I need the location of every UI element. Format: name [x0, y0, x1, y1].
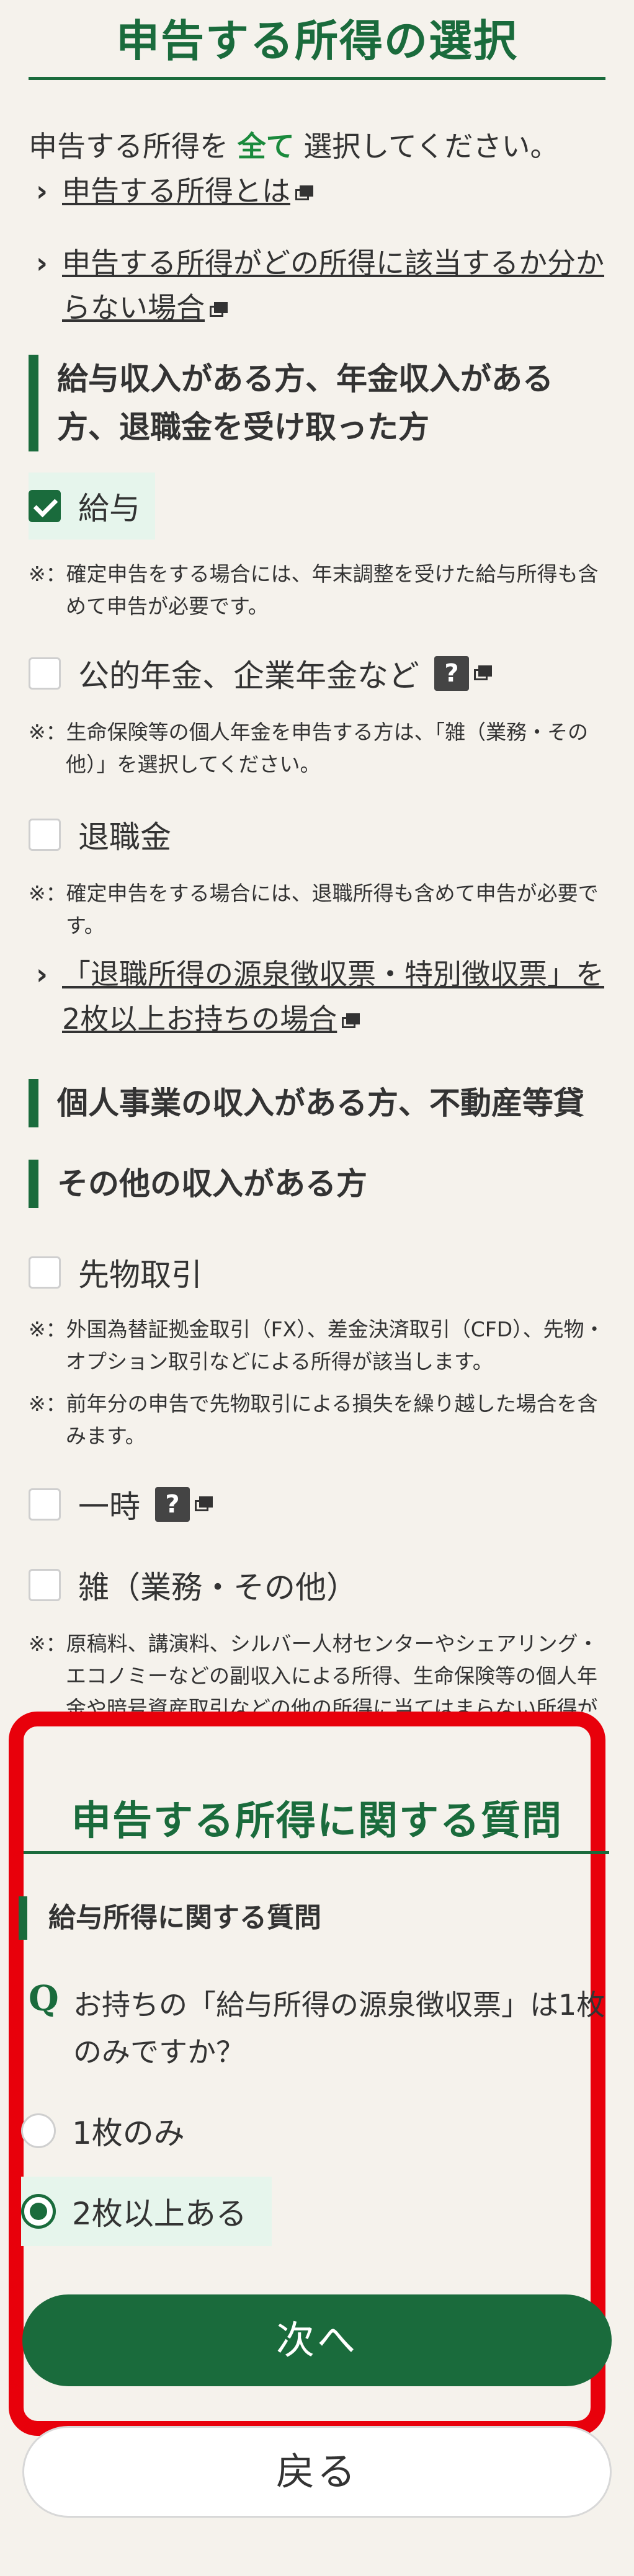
external-window-icon	[474, 665, 493, 682]
intro-emphasis: 全て	[237, 130, 295, 163]
checkbox-retirement[interactable]: 退職金	[29, 812, 171, 857]
checkbox-label: 一時	[78, 1489, 140, 1525]
checkbox-miscellaneous[interactable]: 雑（業務・その他）	[29, 1563, 357, 1607]
intro-before: 申告する所得を	[29, 130, 238, 163]
note-miscellaneous: ※：原稿料、講演料、シルバー人材センターやシェアリング・エコノミーなどの副収入に…	[29, 1628, 605, 1712]
note-mark: ※：	[29, 1632, 66, 1656]
checkbox-temporary[interactable]: 一時 ?	[29, 1482, 213, 1527]
checkbox-label: 先物取引	[78, 1257, 202, 1293]
note-pension: ※：生命保険等の個人年金を申告する方は、「雑（業務・その他）」を選択してください…	[29, 716, 605, 781]
note-mark: ※：	[29, 720, 66, 744]
title-divider	[29, 77, 605, 80]
note-mark: ※：	[29, 881, 66, 905]
help-icon[interactable]: ?	[434, 656, 469, 691]
chevron-right-icon: ›	[36, 957, 48, 991]
radio-one-slip[interactable]: 1枚のみ	[21, 2108, 185, 2153]
link-label-line2: らない場合	[62, 291, 205, 324]
section-heading-salary: 給与収入がある方、年金収入がある 方、退職金を受け取った方	[29, 355, 553, 451]
note-text: 確定申告をする場合には、退職所得も含めて申告が必要です。	[66, 881, 599, 938]
back-button[interactable]: 戻る	[22, 2426, 612, 2518]
heading-line2: 方、退職金を受け取った方	[57, 409, 429, 445]
note-text: 確定申告をする場合には、年末調整を受けた給与所得も含めて申告が必要です。	[66, 562, 599, 618]
radio-two-or-more-slips[interactable]: 2枚以上ある	[21, 2177, 272, 2246]
external-window-icon	[210, 301, 228, 318]
section-heading-business: 個人事業の収入がある方、不動産等貸	[29, 1079, 584, 1127]
checkbox-label: 雑（業務・その他）	[78, 1570, 357, 1606]
radio-unselected-icon[interactable]	[21, 2113, 56, 2148]
link-label-line1: 申告する所得がどの所得に該当するか分か	[62, 246, 604, 280]
checkbox-unchecked-icon[interactable]	[29, 1488, 61, 1521]
note-mark: ※：	[29, 1392, 66, 1416]
questions-divider	[24, 1851, 609, 1854]
radio-label: 2枚以上ある	[72, 2196, 247, 2232]
radio-label: 1枚のみ	[72, 2115, 185, 2151]
checkbox-checked-icon[interactable]	[29, 490, 61, 522]
chevron-right-icon: ›	[36, 246, 48, 280]
chevron-right-icon: ›	[36, 174, 48, 208]
note-text: 生命保険等の個人年金を申告する方は、「雑（業務・その他）」を選択してください。	[66, 720, 589, 776]
link-label-line2: 2枚以上お持ちの場合	[62, 1002, 337, 1036]
radio-selected-icon[interactable]	[21, 2194, 56, 2229]
checkbox-unchecked-icon[interactable]	[29, 819, 61, 851]
external-window-icon	[195, 1496, 213, 1512]
checkbox-unchecked-icon[interactable]	[29, 657, 61, 690]
checkbox-futures[interactable]: 先物取引	[29, 1250, 202, 1295]
link-what-is-income[interactable]: › 申告する所得とは	[36, 169, 314, 213]
link-label-line1: 「退職所得の源泉徴収票・特別徴収票」を	[62, 957, 604, 991]
checkbox-label: 給与	[78, 491, 140, 526]
questions-subheading: 給与所得に関する質問	[19, 1896, 321, 1940]
checkbox-label: 退職金	[78, 819, 171, 855]
note-salary: ※：確定申告をする場合には、年末調整を受けた給与所得も含めて申告が必要です。	[29, 558, 605, 623]
note-futures-1: ※：外国為替証拠金取引（FX）、差金決済取引（CFD）、先物・オプション取引など…	[29, 1313, 605, 1378]
link-unsure-income-type[interactable]: › 申告する所得がどの所得に該当するか分か らない場合	[36, 241, 607, 330]
link-multiple-retirement-slips[interactable]: › 「退職所得の源泉徴収票・特別徴収票」を 2枚以上お持ちの場合	[36, 952, 613, 1041]
external-window-icon	[342, 1013, 360, 1029]
questions-title: 申告する所得に関する質問	[71, 1798, 563, 1844]
intro-after: 選択してください。	[294, 130, 559, 163]
question-text: お持ちの「給与所得の源泉徴収票」は1枚のみですか？	[73, 1988, 605, 2069]
note-text: 原稿料、講演料、シルバー人材センターやシェアリング・エコノミーなどの副収入による…	[66, 1632, 599, 1712]
checkbox-label: 公的年金、企業年金など	[78, 658, 419, 694]
intro-text: 申告する所得を 全て 選択してください。	[29, 124, 559, 165]
external-window-icon	[295, 185, 314, 202]
link-label: 申告する所得とは	[62, 174, 290, 208]
note-futures-2: ※：前年分の申告で先物取引による損失を繰り越した場合を含みます。	[29, 1388, 605, 1452]
section-heading-other: その他の収入がある方	[29, 1160, 367, 1208]
question-q-icon: Q	[29, 1978, 59, 2019]
note-mark: ※：	[29, 1317, 66, 1341]
note-text: 前年分の申告で先物取引による損失を繰り越した場合を含みます。	[66, 1392, 598, 1448]
note-text: 外国為替証拠金取引（FX）、差金決済取引（CFD）、先物・オプション取引などによ…	[66, 1317, 605, 1374]
checkbox-unchecked-icon[interactable]	[29, 1569, 61, 1601]
heading-line1: 給与収入がある方、年金収入がある	[57, 361, 553, 397]
note-mark: ※：	[29, 562, 66, 586]
checkbox-salary[interactable]: 給与	[29, 473, 155, 540]
page-title: 申告する所得の選択	[116, 16, 518, 66]
next-button[interactable]: 次へ	[22, 2294, 612, 2386]
note-retirement: ※：確定申告をする場合には、退職所得も含めて申告が必要です。	[29, 877, 605, 942]
help-icon[interactable]: ?	[155, 1487, 190, 1522]
checkbox-pension[interactable]: 公的年金、企業年金など ?	[29, 651, 493, 696]
checkbox-unchecked-icon[interactable]	[29, 1256, 61, 1289]
